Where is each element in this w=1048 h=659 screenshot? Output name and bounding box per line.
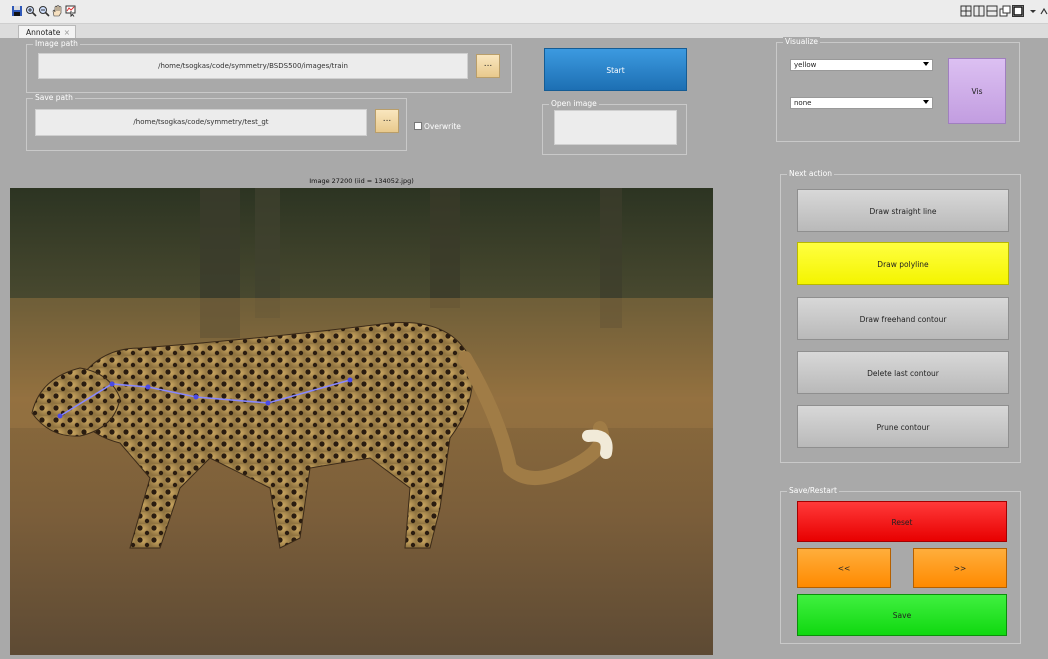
save-path-title: Save path <box>33 93 75 102</box>
image-canvas[interactable] <box>10 188 713 655</box>
prune-contour-button[interactable]: Prune contour <box>797 405 1009 448</box>
chevron-down-icon <box>923 100 929 104</box>
save-icon[interactable] <box>11 5 23 17</box>
draw-straight-line-button[interactable]: Draw straight line <box>797 189 1009 232</box>
visualize-title: Visualize <box>783 37 821 46</box>
image-path-panel: Image path /home/tsogkas/code/symmetry/B… <box>26 39 512 93</box>
figure-toolbar <box>0 0 1048 24</box>
draw-polyline-button[interactable]: Draw polyline <box>797 242 1009 285</box>
draw-freehand-contour-button[interactable]: Draw freehand contour <box>797 297 1009 340</box>
tab-bar <box>0 24 1048 38</box>
open-image-panel: Open image <box>542 99 687 155</box>
zoom-in-icon[interactable] <box>25 5 37 17</box>
split-vertical-icon[interactable] <box>973 5 985 17</box>
overwrite-label: Overwrite <box>424 122 461 131</box>
save-restart-panel: Save/Restart Reset << >> Save <box>780 486 1021 644</box>
pan-icon[interactable] <box>51 5 63 17</box>
undock-icon[interactable] <box>1038 5 1048 17</box>
save-button[interactable]: Save <box>797 594 1007 636</box>
tab-label: Annotate <box>26 28 61 37</box>
save-path-field[interactable]: /home/tsogkas/code/symmetry/test_gt <box>35 109 367 136</box>
reset-button[interactable]: Reset <box>797 501 1007 542</box>
delete-last-contour-button[interactable]: Delete last contour <box>797 351 1009 394</box>
next-action-panel: Next action Draw straight line Draw poly… <box>780 169 1021 463</box>
float-icon[interactable] <box>999 5 1011 17</box>
next-button[interactable]: >> <box>913 548 1007 588</box>
close-icon[interactable]: × <box>64 28 70 37</box>
grid-icon[interactable] <box>960 5 972 17</box>
tab-annotate[interactable]: Annotate × <box>18 25 76 38</box>
image-path-title: Image path <box>33 39 80 48</box>
polyline-vertex[interactable] <box>109 381 115 387</box>
image-path-field[interactable]: /home/tsogkas/code/symmetry/BSDS500/imag… <box>38 53 468 79</box>
save-restart-title: Save/Restart <box>787 486 839 495</box>
color-select[interactable]: yellow <box>790 59 933 71</box>
open-image-title: Open image <box>549 99 599 108</box>
image-path-browse-button[interactable]: ... <box>476 54 500 78</box>
save-path-panel: Save path /home/tsogkas/code/symmetry/te… <box>26 93 407 151</box>
save-path-browse-button[interactable]: ... <box>375 109 399 133</box>
split-horizontal-icon[interactable] <box>986 5 998 17</box>
polyline-vertex[interactable] <box>57 413 63 419</box>
color-select-value: yellow <box>794 61 817 69</box>
visualize-panel: Visualize yellow none Vis <box>776 37 1020 142</box>
annotation-polyline[interactable] <box>10 188 713 655</box>
overwrite-checkbox[interactable] <box>414 122 422 130</box>
polyline-vertex[interactable] <box>145 384 151 390</box>
image-caption: Image 27200 (iid = 134052.jpg) <box>309 177 414 185</box>
overlay-select[interactable]: none <box>790 97 933 109</box>
polyline-vertex[interactable] <box>193 394 199 400</box>
overlay-select-value: none <box>794 99 812 107</box>
chevron-down-icon <box>923 62 929 66</box>
maximize-icon[interactable] <box>1012 5 1024 17</box>
start-button[interactable]: Start <box>544 48 687 91</box>
open-image-field[interactable] <box>554 110 677 145</box>
zoom-out-icon[interactable] <box>38 5 50 17</box>
vis-button[interactable]: Vis <box>948 58 1006 124</box>
data-cursor-icon[interactable] <box>65 5 77 17</box>
polyline-vertex[interactable] <box>347 377 353 383</box>
previous-button[interactable]: << <box>797 548 891 588</box>
polyline-vertex[interactable] <box>265 400 271 406</box>
next-action-title: Next action <box>787 169 834 178</box>
